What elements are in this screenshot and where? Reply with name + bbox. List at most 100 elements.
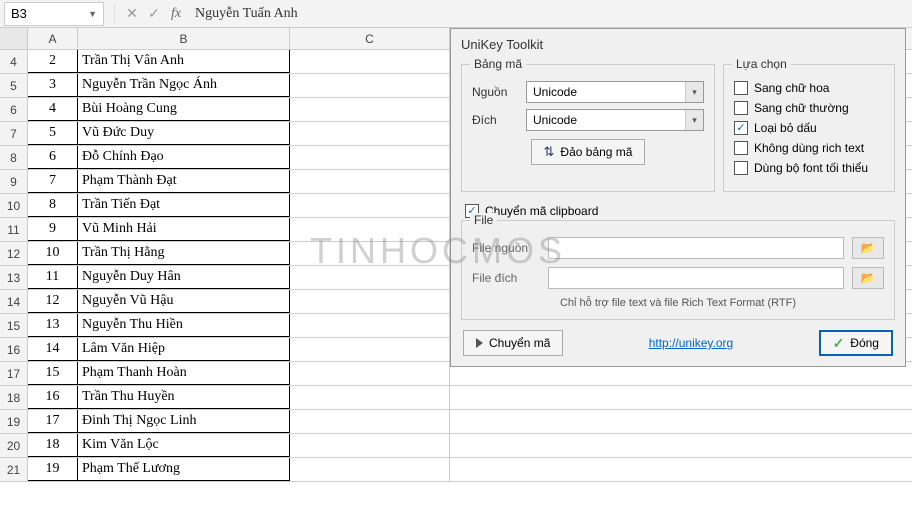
cell[interactable] bbox=[290, 242, 450, 265]
cell[interactable]: 5 bbox=[28, 122, 78, 145]
cell[interactable]: Phạm Thành Đạt bbox=[78, 170, 290, 193]
cell[interactable]: 6 bbox=[28, 146, 78, 169]
file-dich-input[interactable] bbox=[548, 267, 844, 289]
cell[interactable]: Phạm Thế Lương bbox=[78, 458, 290, 481]
cell[interactable] bbox=[290, 338, 450, 361]
checkbox-font-min[interactable]: Dùng bộ font tối thiểu bbox=[734, 161, 884, 175]
cell[interactable]: Kim Văn Lộc bbox=[78, 434, 290, 457]
row-header[interactable]: 18 bbox=[0, 386, 28, 409]
nguon-select[interactable]: Unicode ▾ bbox=[526, 81, 704, 103]
cancel-formula-icon[interactable]: ✕ bbox=[121, 3, 143, 25]
cell[interactable]: 17 bbox=[28, 410, 78, 433]
row-header[interactable]: 10 bbox=[0, 194, 28, 217]
name-box[interactable]: B3 ▼ bbox=[4, 2, 104, 26]
cell[interactable] bbox=[290, 266, 450, 289]
cell[interactable]: 10 bbox=[28, 242, 78, 265]
cell[interactable]: 7 bbox=[28, 170, 78, 193]
cell[interactable]: Trần Thị Hằng bbox=[78, 242, 290, 265]
row-header[interactable]: 16 bbox=[0, 338, 28, 361]
cell[interactable]: 12 bbox=[28, 290, 78, 313]
row-header[interactable]: 12 bbox=[0, 242, 28, 265]
row-header[interactable]: 11 bbox=[0, 218, 28, 241]
row-header[interactable]: 8 bbox=[0, 146, 28, 169]
file-nguon-browse[interactable]: 📂 bbox=[852, 237, 884, 259]
cell[interactable]: Đỗ Chính Đạo bbox=[78, 146, 290, 169]
cell[interactable]: 19 bbox=[28, 458, 78, 481]
col-header-a[interactable]: A bbox=[28, 28, 78, 49]
row-header[interactable]: 17 bbox=[0, 362, 28, 385]
cell[interactable] bbox=[290, 146, 450, 169]
checkbox-hoa[interactable]: Sang chữ hoa bbox=[734, 81, 884, 95]
enter-formula-icon[interactable]: ✓ bbox=[143, 3, 165, 25]
row-header[interactable]: 20 bbox=[0, 434, 28, 457]
unikey-link[interactable]: http://unikey.org bbox=[649, 336, 734, 350]
cell[interactable] bbox=[290, 362, 450, 385]
cell[interactable]: Lâm Văn Hiệp bbox=[78, 338, 290, 361]
cell[interactable]: Nguyễn Trần Ngọc Ánh bbox=[78, 74, 290, 97]
cell[interactable]: 8 bbox=[28, 194, 78, 217]
cell[interactable]: Trần Thu Huyền bbox=[78, 386, 290, 409]
cell[interactable]: 16 bbox=[28, 386, 78, 409]
col-header-b[interactable]: B bbox=[78, 28, 290, 49]
cell[interactable]: Nguyễn Vũ Hậu bbox=[78, 290, 290, 313]
cell[interactable]: 9 bbox=[28, 218, 78, 241]
checkbox-rich[interactable]: Không dùng rich text bbox=[734, 141, 884, 155]
cell[interactable] bbox=[290, 218, 450, 241]
formula-input[interactable]: Nguyễn Tuấn Anh bbox=[187, 6, 912, 22]
cell[interactable]: Nguyễn Thu Hiền bbox=[78, 314, 290, 337]
file-group-title: File bbox=[470, 213, 497, 227]
cell[interactable] bbox=[290, 458, 450, 481]
cell[interactable]: Nguyễn Duy Hân bbox=[78, 266, 290, 289]
row-header[interactable]: 6 bbox=[0, 98, 28, 121]
cell[interactable] bbox=[290, 170, 450, 193]
row-header[interactable]: 13 bbox=[0, 266, 28, 289]
cell[interactable]: 15 bbox=[28, 362, 78, 385]
row-header[interactable]: 15 bbox=[0, 314, 28, 337]
cell[interactable]: Vũ Đức Duy bbox=[78, 122, 290, 145]
cell[interactable] bbox=[290, 386, 450, 409]
cell[interactable] bbox=[290, 314, 450, 337]
cell[interactable] bbox=[290, 434, 450, 457]
row-header[interactable]: 21 bbox=[0, 458, 28, 481]
cell[interactable] bbox=[290, 122, 450, 145]
cell[interactable]: 11 bbox=[28, 266, 78, 289]
checkbox-icon bbox=[734, 141, 748, 155]
cell[interactable] bbox=[290, 50, 450, 73]
row-header[interactable]: 9 bbox=[0, 170, 28, 193]
cell[interactable] bbox=[290, 290, 450, 313]
file-nguon-input[interactable] bbox=[548, 237, 844, 259]
cell[interactable]: 3 bbox=[28, 74, 78, 97]
cell[interactable]: Phạm Thanh Hoàn bbox=[78, 362, 290, 385]
swap-button[interactable]: ⇅ Đảo bảng mã bbox=[531, 139, 646, 165]
row-header[interactable]: 4 bbox=[0, 50, 28, 73]
cell[interactable]: 2 bbox=[28, 50, 78, 73]
cell[interactable]: Bùi Hoàng Cung bbox=[78, 98, 290, 121]
checkbox-thuong[interactable]: Sang chữ thường bbox=[734, 101, 884, 115]
cell[interactable]: Trần Thị Vân Anh bbox=[78, 50, 290, 73]
cell[interactable]: Vũ Minh Hải bbox=[78, 218, 290, 241]
cell[interactable]: 14 bbox=[28, 338, 78, 361]
cell[interactable]: 18 bbox=[28, 434, 78, 457]
row-header[interactable]: 5 bbox=[0, 74, 28, 97]
checkbox-clipboard[interactable]: ✓ Chuyển mã clipboard bbox=[465, 204, 895, 218]
cell[interactable] bbox=[290, 410, 450, 433]
row-header[interactable]: 7 bbox=[0, 122, 28, 145]
checkbox-loai-dau[interactable]: ✓Loại bỏ dấu bbox=[734, 121, 884, 135]
cell[interactable]: 13 bbox=[28, 314, 78, 337]
cell[interactable] bbox=[290, 74, 450, 97]
fx-icon[interactable]: fx bbox=[165, 3, 187, 25]
cell[interactable]: 4 bbox=[28, 98, 78, 121]
row-header[interactable]: 19 bbox=[0, 410, 28, 433]
select-all-corner[interactable] bbox=[0, 28, 28, 49]
close-button[interactable]: ✓ Đóng bbox=[819, 330, 893, 356]
row-header[interactable]: 14 bbox=[0, 290, 28, 313]
convert-button[interactable]: Chuyển mã bbox=[463, 330, 563, 356]
col-header-c[interactable]: C bbox=[290, 28, 450, 49]
dialog-title: UniKey Toolkit bbox=[451, 29, 905, 60]
dich-select[interactable]: Unicode ▾ bbox=[526, 109, 704, 131]
cell[interactable] bbox=[290, 194, 450, 217]
cell[interactable]: Đinh Thị Ngọc Linh bbox=[78, 410, 290, 433]
cell[interactable] bbox=[290, 98, 450, 121]
file-dich-browse[interactable]: 📂 bbox=[852, 267, 884, 289]
cell[interactable]: Trần Tiến Đạt bbox=[78, 194, 290, 217]
